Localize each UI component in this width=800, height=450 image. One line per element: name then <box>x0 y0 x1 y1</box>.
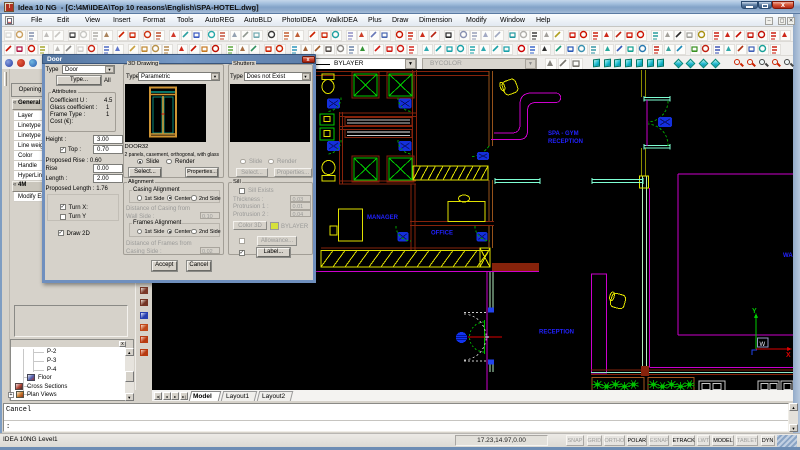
svg-text:OFFICE: OFFICE <box>431 231 453 237</box>
svg-text:SPA - GYM: SPA - GYM <box>548 131 579 137</box>
svg-text:RECEPTION: RECEPTION <box>548 139 583 145</box>
svg-text:W: W <box>760 342 766 348</box>
svg-text:Y: Y <box>752 308 757 315</box>
svg-text:MANAGER: MANAGER <box>367 215 399 221</box>
svg-text:RECEPTION: RECEPTION <box>539 330 574 336</box>
svg-text:X: X <box>786 352 791 359</box>
svg-text:WA: WA <box>783 253 793 259</box>
